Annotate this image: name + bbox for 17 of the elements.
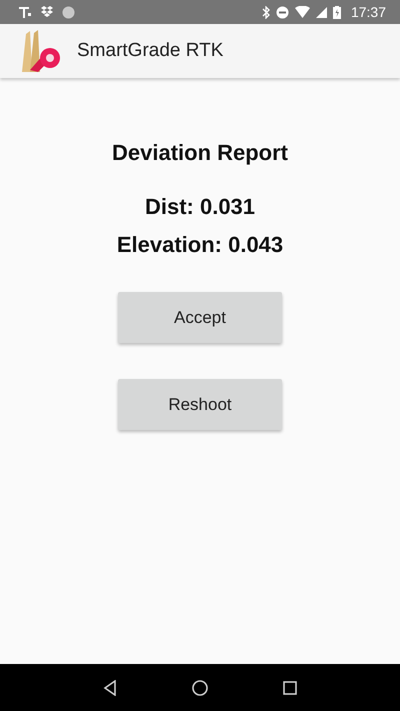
app-title: SmartGrade RTK xyxy=(77,40,224,62)
signal-icon xyxy=(316,6,327,18)
bluetooth-icon xyxy=(262,6,270,18)
back-icon[interactable] xyxy=(102,680,117,696)
do-not-disturb-icon xyxy=(276,6,289,18)
carrier-icon xyxy=(18,5,32,19)
battery-icon xyxy=(332,6,341,18)
reshoot-button[interactable]: Reshoot xyxy=(118,379,282,430)
clock-time: 17:37 xyxy=(350,4,386,20)
home-icon[interactable] xyxy=(192,680,208,696)
measurement-text: Dist: 0.031 xyxy=(144,194,256,220)
measurement-text: Elevation: 0.043 xyxy=(116,232,284,258)
recents-icon[interactable] xyxy=(283,680,298,694)
wifi-icon xyxy=(294,6,310,18)
accept-button[interactable]: Accept xyxy=(118,292,282,343)
report-title: Deviation Report xyxy=(112,140,288,166)
circle-icon xyxy=(62,6,75,18)
